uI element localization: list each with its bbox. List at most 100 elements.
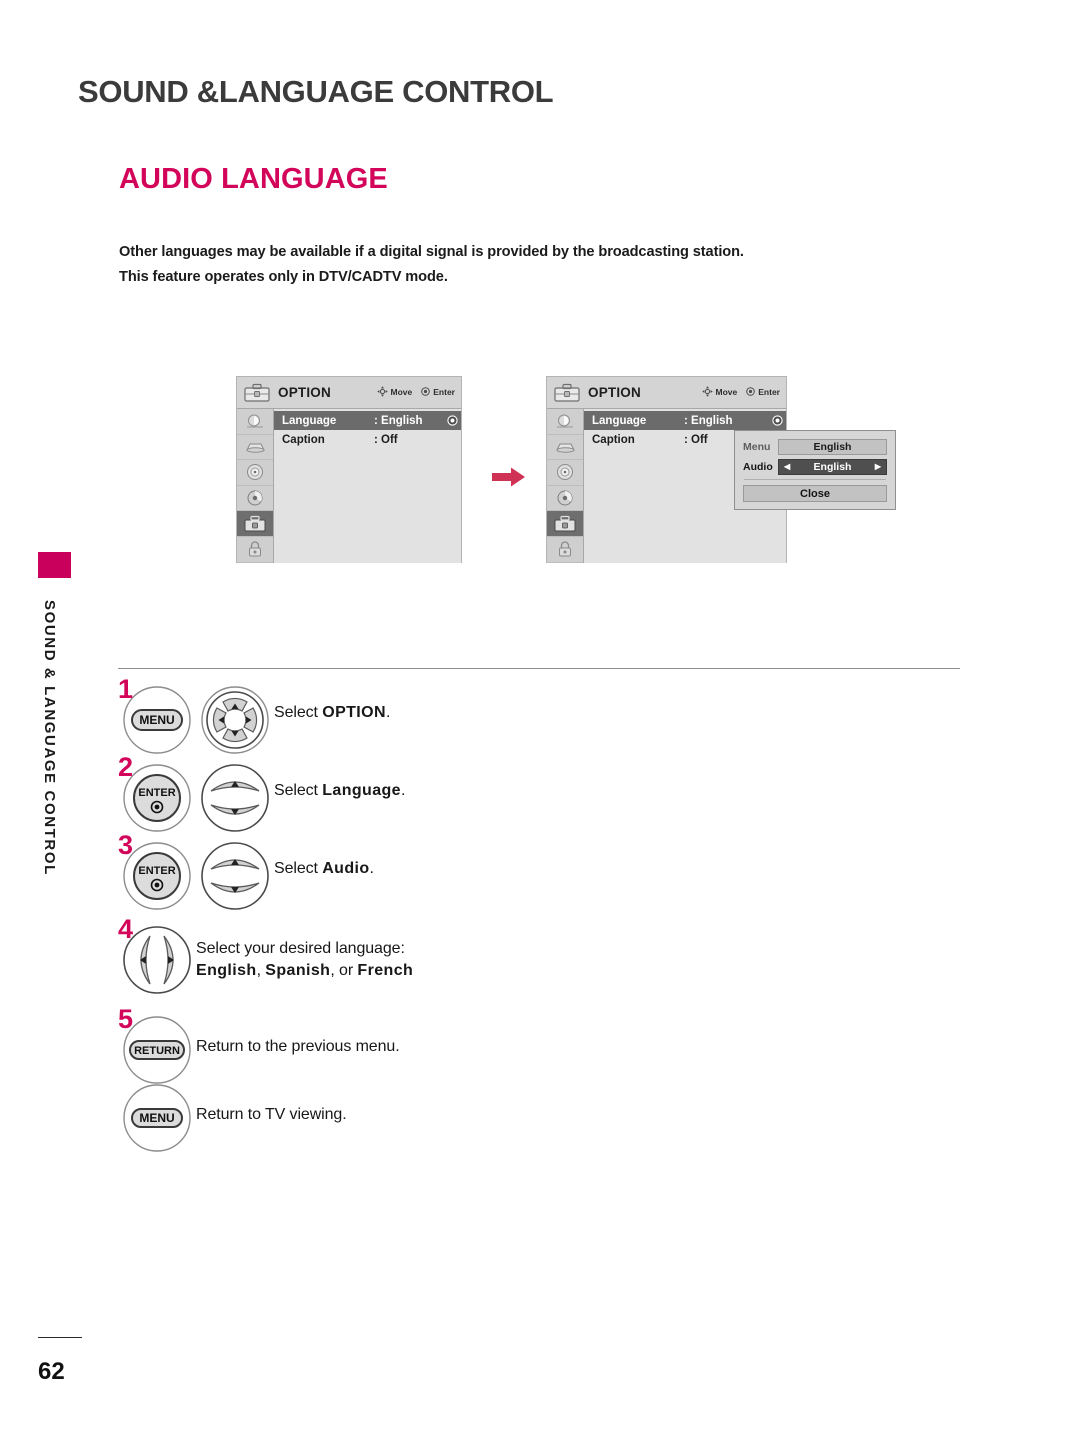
popup-audio-value[interactable]: ◀ English ▶ (778, 458, 887, 475)
step-number: 2 (118, 752, 134, 782)
step-pad-col (196, 680, 274, 755)
sep-2: , or (330, 962, 358, 979)
rail-lock-icon[interactable] (547, 537, 583, 563)
osd-title: OPTION (588, 385, 641, 400)
step-text: Return to TV viewing. (196, 1078, 347, 1126)
side-tab-marker (38, 552, 71, 578)
hint-enter: Enter (421, 387, 455, 397)
intro-line-2: This feature operates only in DTV/CADTV … (119, 269, 448, 285)
step-2: 2 ENTER Select Language. (118, 754, 405, 833)
rail-option-icon[interactable] (237, 511, 273, 537)
rail-audio-icon[interactable] (547, 435, 583, 461)
step-text-pre: Select (274, 860, 323, 877)
enter-dot-icon (746, 387, 756, 396)
rail-setup-icon[interactable] (237, 486, 273, 512)
flow-arrow-icon (492, 466, 526, 488)
step-4-line-1: Select your desired language: (196, 940, 405, 957)
popup-menu-value[interactable]: English (778, 438, 887, 455)
enter-dot-icon (443, 415, 461, 426)
step-number: 1 (118, 674, 134, 704)
rail-time-icon[interactable] (547, 460, 583, 486)
step-text-emphasis: Audio (322, 860, 370, 877)
step-text-pre: Select (274, 704, 323, 721)
up-down-pad-icon (201, 764, 269, 832)
arrow-right-icon[interactable]: ▶ (875, 462, 881, 471)
language-popup-dialog: Menu English Audio ◀ English ▶ Close (734, 430, 896, 510)
rail-setup-icon[interactable] (547, 486, 583, 512)
step-1: 1 MENU Select OPTION. (118, 676, 390, 755)
osd-row-language[interactable]: Language : English (584, 411, 786, 430)
step-number: 5 (118, 1004, 134, 1034)
popup-close-button[interactable]: Close (743, 485, 887, 502)
step-text-emphasis: Language (322, 782, 401, 799)
osd-icon-rail (547, 409, 584, 563)
osd-title: OPTION (278, 385, 331, 400)
lang-option-english: English (196, 962, 257, 979)
osd-menu-list: Language : English Caption : Off (274, 409, 461, 563)
option-briefcase-icon (549, 380, 585, 406)
enter-dot-icon (768, 415, 786, 426)
rail-audio-icon[interactable] (237, 435, 273, 461)
section-divider (118, 668, 960, 669)
rail-lock-icon[interactable] (237, 537, 273, 563)
rail-picture-icon[interactable] (547, 409, 583, 435)
step-5: 5 RETURN Return to the previous menu. (118, 1006, 400, 1085)
four-way-pad-icon (201, 686, 269, 754)
page-number: 62 (38, 1358, 65, 1385)
osd-screenshot-option-menu: OPTION Move Enter Language: English Cap… (236, 376, 462, 563)
step-text-post: . (400, 782, 406, 799)
osd-row-value: : Off (374, 433, 398, 446)
intro-paragraph: Other languages may be available if a di… (119, 240, 879, 290)
osd-row-label: Caption (282, 433, 325, 446)
rail-time-icon[interactable] (237, 460, 273, 486)
hint-enter-label: Enter (433, 386, 455, 397)
step-text: Select Language. (274, 758, 405, 802)
svg-text:ENTER: ENTER (138, 865, 175, 877)
footer-rule (38, 1337, 82, 1338)
osd-header: OPTION Move Enter (547, 377, 786, 409)
move-dpad-icon (376, 386, 388, 397)
step-text-pre: Select (274, 782, 323, 799)
osd-body: Language : English Caption : Off (237, 409, 461, 563)
arrow-left-icon[interactable]: ◀ (784, 462, 790, 471)
osd-row-caption[interactable]: Caption : Off (274, 430, 461, 449)
hint-move: Move (701, 386, 738, 397)
osd-row-value: : English (684, 414, 733, 427)
up-down-pad-icon (201, 842, 269, 910)
popup-row-audio[interactable]: Audio ◀ English ▶ (743, 458, 887, 475)
manual-page: SOUND &LANGUAGE CONTROL AUDIO LANGUAGE O… (0, 0, 1080, 1439)
step-text-post: . (385, 704, 391, 721)
step-text-emphasis: OPTION (322, 704, 386, 721)
osd-row-label: Language (282, 414, 337, 427)
hint-enter: Enter (746, 387, 780, 397)
osd-row-language[interactable]: Language : English (274, 411, 461, 430)
osd-row-label: Language (592, 414, 647, 427)
step-text: Select OPTION. (274, 680, 390, 724)
step-text: Select your desired language: English, S… (196, 920, 413, 982)
step-pad-col (196, 836, 274, 911)
step-3: 3 ENTER Select Audio. (118, 832, 374, 911)
step-button-col: MENU (118, 1078, 196, 1153)
hint-enter-label: Enter (758, 386, 780, 397)
side-tab-label: SOUND & LANGUAGE CONTROL (41, 600, 58, 876)
sep-1: , (256, 962, 266, 979)
option-briefcase-icon (239, 380, 275, 406)
osd-hints: Move Enter (376, 386, 455, 397)
step-text-pre: Return to the previous menu. (196, 1038, 400, 1055)
move-dpad-icon (701, 386, 713, 397)
lang-option-spanish: Spanish (265, 962, 331, 979)
step-text-post: . (369, 860, 374, 877)
svg-text:RETURN: RETURN (134, 1045, 180, 1057)
rail-option-icon[interactable] (547, 511, 583, 537)
step-text-pre: Return to TV viewing. (196, 1106, 347, 1123)
svg-text:MENU: MENU (139, 1111, 174, 1125)
popup-row-menu[interactable]: Menu English (743, 438, 887, 455)
step-4: 4 Select your desired language: English,… (118, 916, 413, 995)
step-text: Return to the previous menu. (196, 1010, 400, 1058)
osd-row-value: : English (374, 414, 423, 427)
hint-move-label: Move (715, 386, 738, 397)
intro-line-1: Other languages may be available if a di… (119, 244, 744, 260)
rail-picture-icon[interactable] (237, 409, 273, 435)
popup-audio-value-text: English (813, 460, 852, 473)
hint-move-label: Move (390, 386, 413, 397)
